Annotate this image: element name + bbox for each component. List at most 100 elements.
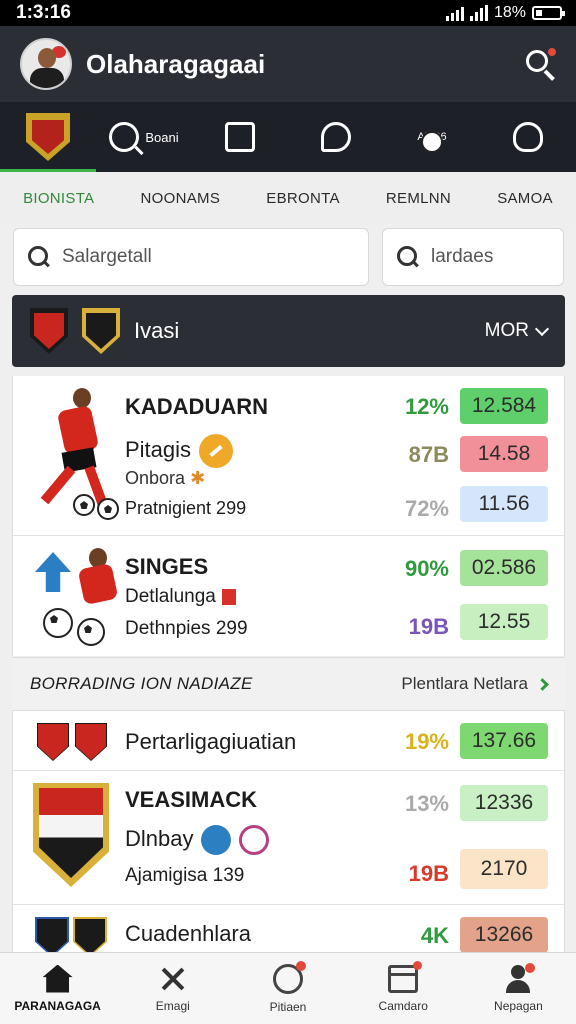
status-time: 1:3:16: [16, 2, 71, 23]
match-list: KADADUARN Pitagis Onbora ✱ Pratnigient 2…: [12, 376, 565, 656]
club-crest-icon: [75, 723, 107, 761]
more-button[interactable]: MOR: [484, 320, 550, 342]
calendar-icon: [388, 960, 423, 993]
nav-item-search[interactable]: Boani: [96, 102, 192, 172]
fixture-row[interactable]: Cuadenhlara 4K 13266: [13, 905, 564, 952]
nav-item-whistle[interactable]: [288, 102, 384, 172]
fixture-team: Dlnbay: [125, 825, 194, 851]
match-title: KADADUARN: [125, 394, 268, 419]
section-header: BORRADING ION NADIAZE Plentlara Netlara: [12, 657, 565, 711]
filter-placeholder: lardaes: [431, 246, 494, 267]
red-card-icon: [221, 588, 236, 605]
club-crest-icon: [30, 308, 68, 354]
search-placeholder: Salargetall: [62, 246, 152, 267]
section-title: BORRADING ION NADIAZE: [30, 674, 253, 693]
home-icon: [42, 964, 73, 993]
match-team: Pitagis: [125, 436, 192, 462]
odds-percent: 12%: [404, 394, 449, 419]
bottom-nav-label: Camdaro: [378, 998, 428, 1013]
odds-percent: 19%: [404, 729, 449, 754]
more-label: MOR: [484, 320, 529, 341]
section-link-label: Plentlara Netlara: [401, 674, 528, 693]
club-crest-icon: [82, 308, 120, 354]
odds-button[interactable]: 12336: [460, 785, 548, 821]
clock-icon: [273, 960, 306, 994]
club-crest-icon: [37, 723, 69, 761]
tab-ebronta[interactable]: EBRONTA: [266, 190, 340, 207]
tab-bionista[interactable]: BIONISTA: [23, 190, 94, 207]
nav-item-team[interactable]: [0, 102, 96, 172]
nav-item-trophy[interactable]: [480, 102, 576, 172]
trophy-icon: [199, 434, 234, 468]
fixture-date: Ajamigisa 139: [125, 865, 245, 886]
category-tabs: BIONISTA NOONAMS EBRONTA REMLNN SAMOA: [0, 172, 576, 224]
club-crest-icon: [35, 917, 69, 952]
search-input[interactable]: Salargetall: [13, 228, 369, 286]
odds-percent: 90%: [404, 556, 449, 581]
odds-button[interactable]: 11.56: [460, 486, 548, 522]
battery-percent: 18%: [493, 4, 526, 21]
search-icon: [28, 246, 50, 268]
search-icon[interactable]: [524, 48, 556, 81]
bottom-nav-nepagan[interactable]: Nepagan: [461, 953, 576, 1024]
match-row[interactable]: KADADUARN Pitagis Onbora ✱ Pratnigient 2…: [13, 376, 564, 536]
odds-percent: 4K: [420, 923, 449, 948]
club-badge-icon: [201, 825, 232, 855]
odds-button[interactable]: 137.66: [460, 723, 548, 759]
fire-icon: ✱: [190, 468, 206, 488]
odds-percent: 19B: [408, 614, 449, 639]
match-subtitle: Pitagis: [125, 434, 234, 468]
fixture-title: Cuadenhlara: [125, 921, 251, 946]
chevron-right-icon: [536, 677, 549, 691]
bottom-nav-camdaro[interactable]: Camdaro: [346, 953, 461, 1024]
chevron-down-icon: [534, 321, 550, 337]
odds-percent: 19B: [408, 861, 449, 886]
bottom-nav-pitiaen[interactable]: Pitiaen: [230, 953, 345, 1024]
team-crest-icon: [26, 113, 70, 161]
nav-item-ball[interactable]: ADR6: [384, 102, 480, 172]
tab-remlnn[interactable]: REMLNN: [386, 190, 451, 207]
close-icon: [158, 965, 188, 993]
bottom-nav-label: Nepagan: [494, 998, 543, 1013]
whistle-icon: [321, 122, 351, 152]
status-bar: 1:3:16 18%: [0, 0, 576, 26]
odds-percent: 13%: [404, 791, 449, 816]
fixture-title: VEASIMACK: [125, 787, 258, 812]
odds-button[interactable]: 12.584: [460, 388, 548, 424]
match-row[interactable]: SINGES Detlalunga Dethnpies 299 90% 02.5…: [13, 536, 564, 656]
nav-item-label: Boani: [145, 129, 179, 145]
bottom-nav-home[interactable]: PARANAGAGA: [0, 953, 115, 1024]
bottom-nav-emagi[interactable]: Emagi: [115, 953, 230, 1024]
battery-icon: [532, 6, 565, 20]
nav-item-board[interactable]: [192, 102, 288, 172]
search-icon: [109, 122, 140, 152]
fixture-row[interactable]: Pertarligagiuatian 19% 137.66: [13, 711, 564, 771]
odds-percent: 87B: [408, 442, 449, 467]
match-title: SINGES: [125, 554, 209, 579]
filter-search-input[interactable]: lardaes: [382, 228, 564, 286]
bottom-nav-label: Pitiaen: [269, 999, 307, 1014]
tab-samoa[interactable]: SAMOA: [497, 190, 553, 207]
player-image: [41, 546, 131, 646]
signal-icon-2: [469, 5, 488, 21]
section-link[interactable]: Plentlara Netlara: [401, 674, 549, 694]
search-icon: [397, 246, 419, 268]
fixture-row[interactable]: VEASIMACK Dlnbay Ajamigisa 139 13% 12336…: [13, 771, 564, 905]
match-subtitle: Detlalunga: [125, 586, 236, 608]
odds-button[interactable]: 13266: [460, 917, 548, 952]
odds-button[interactable]: 02.586: [460, 550, 548, 586]
ball-icon: [421, 131, 443, 153]
league-name: Ivasi: [134, 318, 180, 343]
odds-button[interactable]: 2170: [460, 849, 548, 889]
league-header[interactable]: Ivasi MOR: [12, 295, 565, 367]
tab-noonams[interactable]: NOONAMS: [141, 190, 221, 207]
app-title: Olaharagagaai: [86, 48, 266, 79]
match-venue: Onbora: [125, 468, 186, 488]
match-info: Onbora ✱: [125, 468, 205, 489]
odds-button[interactable]: 12.55: [460, 604, 548, 640]
club-crest-icon: [33, 783, 109, 887]
bottom-nav-label: Emagi: [155, 998, 190, 1013]
fixture-subtitle: Dlnbay: [125, 825, 270, 855]
avatar[interactable]: [20, 38, 72, 90]
odds-button[interactable]: 14.58: [460, 436, 548, 472]
